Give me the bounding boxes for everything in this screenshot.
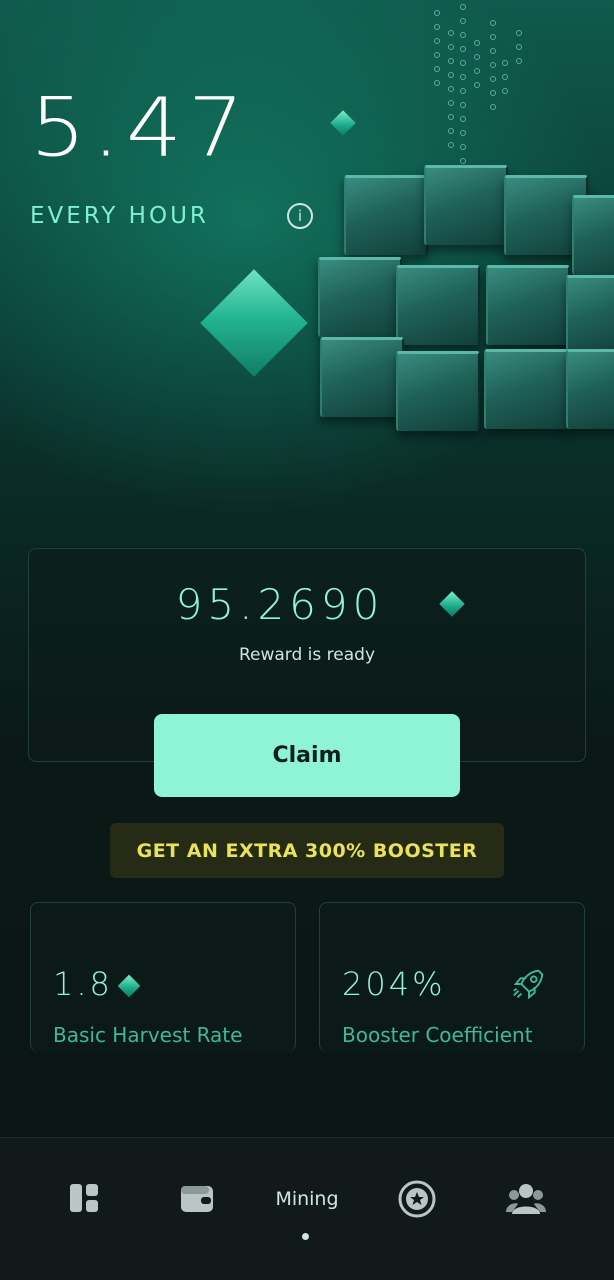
stat-value: 204% xyxy=(342,965,446,1003)
stat-label: Booster Coefficient xyxy=(342,1023,533,1047)
mining-rate-value: 5.47 xyxy=(30,80,250,175)
stat-value: 1.8 xyxy=(53,965,113,1003)
rocket-icon xyxy=(513,969,544,1000)
star-badge-icon xyxy=(398,1180,436,1218)
diamond-icon xyxy=(117,974,141,998)
reward-amount: 95.2690 xyxy=(175,580,385,629)
info-icon[interactable]: i xyxy=(287,203,313,229)
cube-illustration xyxy=(316,165,614,455)
nav-item-mining[interactable]: Mining xyxy=(246,1138,368,1258)
reward-status: Reward is ready xyxy=(238,645,376,665)
bottom-navigation: Mining xyxy=(0,1137,614,1280)
stat-card-booster-coefficient: 204% Booster Coefficient xyxy=(319,902,585,1052)
nav-item-wallet[interactable] xyxy=(147,1138,247,1258)
claim-button[interactable]: Claim xyxy=(154,714,460,797)
nav-label-mining: Mining xyxy=(275,1188,339,1210)
active-indicator xyxy=(302,1233,309,1240)
mining-rate-unit: EVERY HOUR xyxy=(30,203,209,229)
booster-banner[interactable]: GET AN EXTRA 300% BOOSTER xyxy=(110,823,504,878)
nav-item-badge[interactable] xyxy=(368,1138,468,1258)
nav-item-dashboard[interactable] xyxy=(36,1138,136,1258)
stat-card-harvest-rate: 1.8 Basic Harvest Rate xyxy=(30,902,296,1052)
diamond-illustration xyxy=(200,269,308,377)
team-icon xyxy=(506,1184,546,1214)
diamond-icon xyxy=(330,110,356,136)
dashboard-icon xyxy=(70,1184,98,1212)
nav-item-team[interactable] xyxy=(476,1138,576,1258)
wallet-icon xyxy=(181,1186,213,1212)
stat-label: Basic Harvest Rate xyxy=(53,1023,243,1047)
